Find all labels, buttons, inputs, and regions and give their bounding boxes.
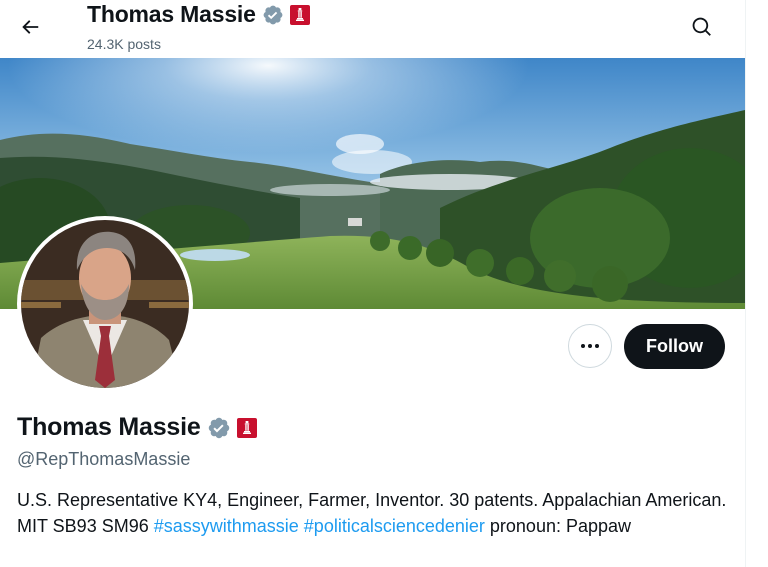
search-button[interactable] xyxy=(683,8,721,46)
bio-text: pronoun: Pappaw xyxy=(484,515,632,536)
header-title: Thomas Massie xyxy=(87,1,256,27)
post-count: 24.3K posts xyxy=(87,36,161,52)
follow-button[interactable]: Follow xyxy=(624,324,725,369)
search-icon xyxy=(692,17,711,36)
profile-header: Thomas Massie 24.3K posts xyxy=(0,0,745,58)
us-house-badge-icon xyxy=(289,4,310,25)
profile-name: Thomas Massie xyxy=(17,413,201,441)
hashtag-link[interactable]: #sassywithmassie xyxy=(154,516,299,536)
back-button[interactable] xyxy=(12,9,48,45)
more-options-button[interactable] xyxy=(568,324,612,368)
us-house-badge-icon xyxy=(236,417,257,438)
profile-bio: U.S. Representative KY4, Engineer, Farme… xyxy=(17,488,727,539)
more-horizontal-icon xyxy=(581,344,599,348)
column-divider xyxy=(745,0,746,567)
arrow-left-icon xyxy=(22,20,39,34)
profile-handle: @RepThomasMassie xyxy=(17,449,191,469)
verified-badge-icon xyxy=(207,416,231,440)
profile-avatar[interactable] xyxy=(17,216,193,392)
verified-badge-icon xyxy=(262,4,284,26)
hashtag-link[interactable]: #politicalsciencedenier xyxy=(304,516,485,536)
